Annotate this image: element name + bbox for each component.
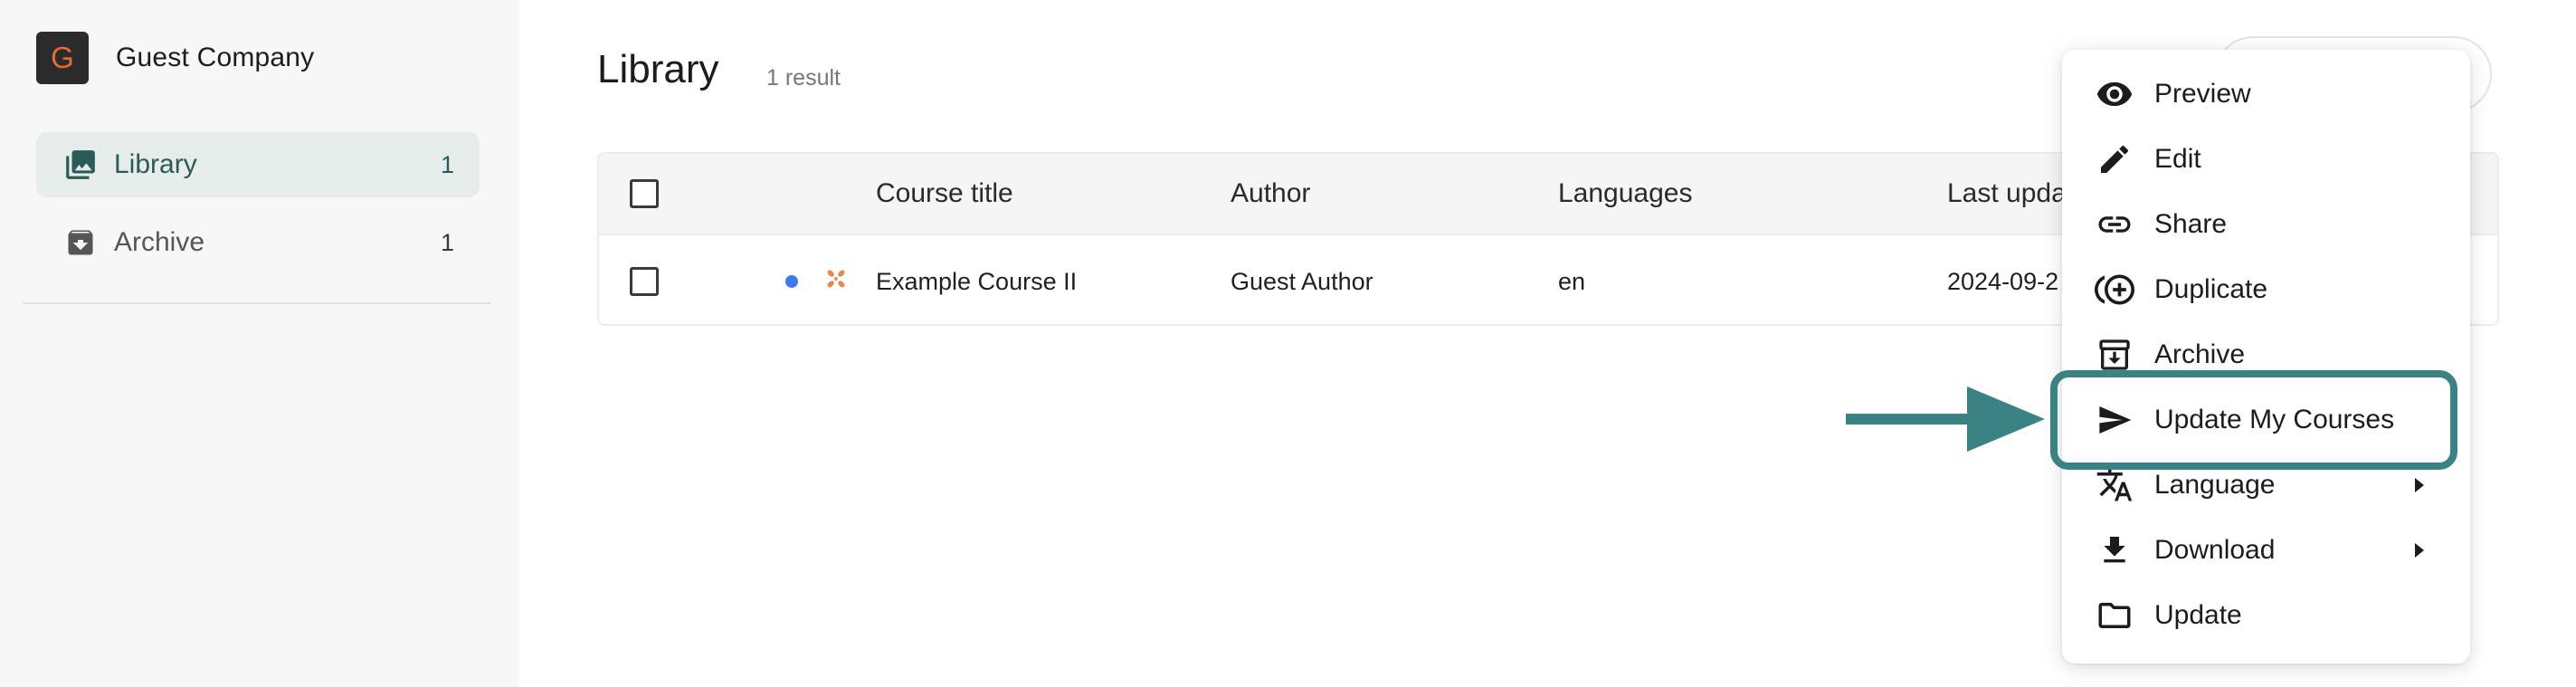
menu-item-edit[interactable]: Edit: [2062, 127, 2470, 192]
submenu-arrow-icon: [2410, 476, 2429, 494]
company-name: Guest Company: [116, 43, 315, 72]
menu-item-download[interactable]: Download: [2062, 518, 2470, 583]
page-title: Library: [597, 47, 719, 91]
menu-item-archive[interactable]: Archive: [2062, 322, 2470, 387]
column-header-languages[interactable]: Languages: [1558, 154, 1692, 234]
result-count: 1 result: [766, 65, 841, 91]
menu-item-label: Language: [2154, 470, 2276, 500]
sidebar-item-label: Archive: [114, 227, 205, 257]
status-dot-cell: [785, 237, 798, 324]
sidebar: G Guest Company Library 1 Archive 1: [0, 0, 518, 687]
submenu-arrow-icon: [2410, 541, 2429, 559]
pencil-icon: [2095, 139, 2134, 179]
course-type-icon: [823, 266, 849, 298]
column-header-title[interactable]: Course title: [876, 154, 1013, 234]
menu-item-label: Preview: [2154, 79, 2251, 109]
archive-icon: [2095, 335, 2134, 375]
duplicate-plus-icon: [2095, 270, 2134, 310]
translate-icon: [2095, 465, 2134, 505]
course-icon-cell: [823, 237, 849, 324]
company-logo: G: [36, 32, 89, 84]
menu-item-language[interactable]: Language: [2062, 453, 2470, 518]
column-header-last-updated[interactable]: Last upda: [1947, 154, 2067, 234]
annotation-arrow-icon: [1846, 386, 2045, 452]
row-checkbox[interactable]: [630, 267, 659, 296]
select-all-cell: [630, 154, 659, 234]
menu-item-duplicate[interactable]: Duplicate: [2062, 257, 2470, 322]
menu-item-update-my-courses[interactable]: Update My Courses: [2062, 387, 2470, 453]
menu-item-update[interactable]: Update: [2062, 583, 2470, 648]
menu-item-label: Edit: [2154, 144, 2201, 174]
column-header-author[interactable]: Author: [1231, 154, 1310, 234]
menu-item-label: Update: [2154, 600, 2242, 630]
download-icon: [2095, 530, 2134, 570]
send-icon: [2095, 400, 2134, 440]
course-title-cell[interactable]: Example Course II: [876, 237, 1077, 324]
sidebar-item-count: 1: [440, 150, 454, 178]
course-author-cell: Guest Author: [1231, 267, 1374, 295]
row-select-cell: [630, 237, 659, 324]
course-context-menu: Preview Edit Share Duplicate Archive Upd…: [2062, 50, 2470, 663]
archive-box-icon: [63, 225, 98, 260]
menu-item-share[interactable]: Share: [2062, 192, 2470, 257]
sidebar-item-label: Library: [114, 149, 197, 179]
status-dot: [785, 275, 798, 288]
link-icon: [2095, 205, 2134, 244]
menu-item-label: Share: [2154, 209, 2228, 239]
folder-icon: [2095, 596, 2134, 635]
menu-item-label: Archive: [2154, 339, 2246, 369]
course-languages-cell: en: [1558, 267, 1586, 295]
select-all-checkbox[interactable]: [630, 179, 659, 208]
sidebar-item-count: 1: [440, 228, 454, 256]
menu-item-label: Duplicate: [2154, 274, 2268, 304]
menu-item-preview[interactable]: Preview: [2062, 62, 2470, 127]
sidebar-divider: [23, 302, 491, 304]
sidebar-item-library[interactable]: Library 1: [36, 132, 480, 197]
company-header[interactable]: G Guest Company: [36, 32, 314, 84]
course-last-updated-cell: 2024-09-2: [1947, 267, 2059, 295]
library-images-icon: [63, 148, 98, 182]
menu-item-label: Download: [2154, 535, 2276, 565]
eye-icon: [2095, 74, 2134, 114]
sidebar-item-archive[interactable]: Archive 1: [36, 210, 480, 275]
menu-item-label: Update My Courses: [2154, 405, 2395, 434]
company-logo-letter: G: [51, 41, 74, 74]
